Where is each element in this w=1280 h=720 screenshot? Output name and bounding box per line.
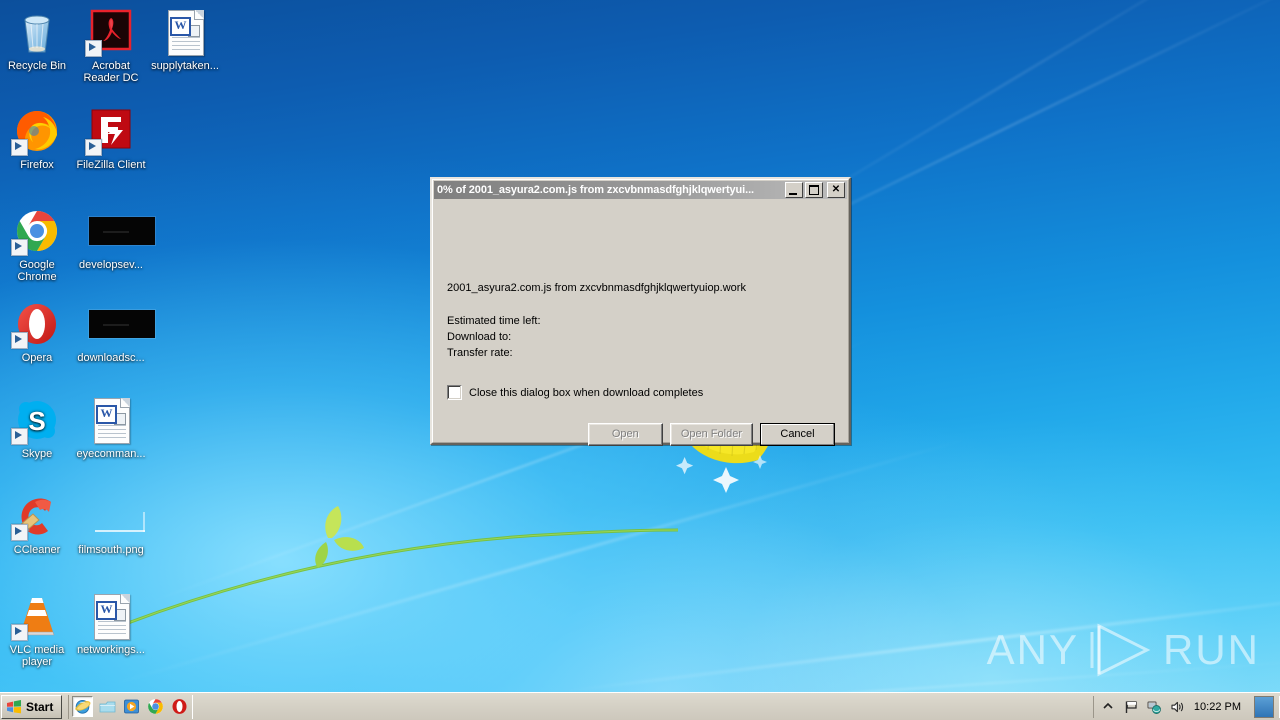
desktop-icon-acrobat-reader-dc[interactable]: Acrobat Reader DC	[74, 8, 148, 84]
maximize-button[interactable]	[805, 182, 823, 198]
desktop-icon-networkings[interactable]: W networkings...	[74, 592, 148, 656]
download-source-text: 2001_asyura2.com.js from zxcvbnmasdfghjk…	[447, 282, 746, 294]
desktop-icon-label: FileZilla Client	[76, 159, 146, 171]
shortcut-overlay-icon	[11, 624, 28, 641]
shortcut-overlay-icon	[11, 428, 28, 445]
word-document-icon: W	[87, 396, 135, 444]
opera-icon	[11, 300, 61, 349]
dialog-title: 0% of 2001_asyura2.com.js from zxcvbnmas…	[437, 184, 754, 196]
desktop-icon-filmsouth-png[interactable]: filmsouth.png	[74, 492, 148, 556]
ccleaner-icon	[11, 492, 61, 541]
wallpaper-light-ray	[562, 590, 1280, 693]
desktop-icon-ccleaner[interactable]: CCleaner	[0, 492, 74, 556]
close-button[interactable]: ✕	[827, 182, 845, 198]
cancel-button[interactable]: Cancel	[760, 423, 835, 446]
transfer-rate-label: Transfer rate:	[447, 347, 513, 359]
wallpaper-glow	[580, 420, 1280, 720]
desktop-icon-label: Opera	[21, 352, 53, 364]
black-thumbnail-icon	[87, 207, 155, 255]
desktop-icon-label: downloadsc...	[77, 352, 145, 364]
shortcut-overlay-icon	[11, 139, 28, 156]
desktop-icon-label: Firefox	[20, 159, 54, 171]
desktop-icon-label: CCleaner	[13, 544, 61, 556]
taskbar-clock[interactable]: 10:22 PM	[1194, 701, 1241, 713]
desktop-icon-eyecomman[interactable]: W eyecomman...	[74, 396, 148, 460]
taskbar: Start 10:22 PM	[0, 692, 1280, 720]
desktop-icon-label: networkings...	[77, 644, 145, 656]
word-document-icon: W	[161, 8, 209, 56]
desktop-icon-label: eyecomman...	[76, 448, 146, 460]
desktop-icon-recycle-bin[interactable]: Recycle Bin	[0, 8, 74, 72]
dialog-button-row: Open Open Folder Cancel	[587, 423, 835, 446]
minimize-button[interactable]	[785, 182, 803, 198]
acrobat-reader-icon	[85, 8, 135, 57]
download-progress-dialog: 0% of 2001_asyura2.com.js from zxcvbnmas…	[430, 177, 851, 446]
desktop-icon-developsev[interactable]: developsev...	[74, 207, 155, 271]
desktop-icon-supplytaken[interactable]: W supplytaken...	[148, 8, 222, 72]
taskbar-google-chrome-icon[interactable]	[146, 697, 165, 716]
dialog-titlebar[interactable]: 0% of 2001_asyura2.com.js from zxcvbnmas…	[434, 181, 847, 199]
desktop-icon-firefox[interactable]: Firefox	[0, 107, 74, 171]
desktop-icon-label: filmsouth.png	[78, 544, 144, 556]
recycle-bin-icon	[13, 8, 61, 56]
download-to-label: Download to:	[447, 331, 512, 343]
taskbar-opera-icon[interactable]	[170, 697, 189, 716]
desktop-icon-label: supplytaken...	[151, 60, 219, 72]
shortcut-overlay-icon	[11, 524, 28, 541]
desktop-icon-label: Acrobat Reader DC	[83, 60, 139, 84]
desktop-icon-skype[interactable]: S Skype	[0, 396, 74, 460]
desktop-icon-opera[interactable]: Opera	[0, 300, 74, 364]
close-on-complete-checkbox[interactable]	[447, 385, 462, 400]
start-button[interactable]: Start	[1, 694, 63, 719]
shortcut-overlay-icon	[85, 40, 102, 57]
image-file-icon	[87, 492, 145, 540]
desktop-icon-label: Recycle Bin	[7, 60, 67, 72]
taskbar-windows-media-player-icon[interactable]	[122, 697, 141, 716]
desktop-icon-label: Skype	[21, 448, 53, 460]
desktop-icon-label: Google Chrome	[17, 259, 57, 283]
close-on-complete-row[interactable]: Close this dialog box when download comp…	[447, 385, 703, 400]
estimated-time-left-label: Estimated time left:	[447, 315, 541, 327]
desktop-screen: Recycle Bin Acrobat Reader DC W supplyta…	[0, 0, 1280, 720]
desktop-icon-filezilla-client[interactable]: FileZilla Client	[74, 107, 148, 171]
taskbar-internet-explorer-icon[interactable]	[72, 696, 94, 717]
open-folder-button[interactable]: Open Folder	[669, 423, 753, 446]
quick-launch-bar	[68, 694, 194, 719]
shortcut-overlay-icon	[11, 239, 28, 256]
window-controls: ✕	[785, 182, 845, 198]
desktop-icon-downloadsc[interactable]: downloadsc...	[74, 300, 155, 364]
black-thumbnail-icon	[87, 300, 155, 348]
firefox-icon	[11, 107, 61, 156]
open-button[interactable]: Open	[587, 423, 663, 446]
desktop-icon-label: VLC media player	[9, 644, 65, 668]
download-details: Estimated time left: Download to: Transf…	[447, 313, 541, 361]
desktop-icon-google-chrome[interactable]: Google Chrome	[0, 207, 74, 283]
desktop-icon-vlc-media-player[interactable]: VLC media player	[0, 592, 74, 668]
system-tray: 10:22 PM	[1092, 695, 1280, 718]
dialog-body: 2001_asyura2.com.js from zxcvbnmasdfghjk…	[434, 201, 847, 446]
taskbar-show-desktop-icon[interactable]	[98, 697, 117, 716]
close-on-complete-label: Close this dialog box when download comp…	[469, 386, 704, 399]
network-icon[interactable]	[1146, 699, 1162, 715]
wallpaper-light-ray	[107, 436, 973, 687]
shortcut-overlay-icon	[85, 139, 102, 156]
volume-icon[interactable]	[1169, 699, 1185, 715]
skype-icon: S	[11, 396, 61, 445]
windows-logo-icon	[6, 699, 22, 714]
start-button-label: Start	[26, 699, 54, 714]
vlc-media-player-icon	[11, 592, 61, 641]
google-chrome-icon	[11, 207, 61, 256]
show-desktop-button[interactable]	[1254, 695, 1274, 718]
desktop-icon-label: developsev...	[78, 259, 143, 271]
action-center-flag-icon[interactable]	[1123, 699, 1139, 715]
wallpaper-stem-graphic	[120, 506, 679, 628]
filezilla-icon	[85, 107, 135, 156]
word-document-icon: W	[87, 592, 135, 640]
shortcut-overlay-icon	[11, 332, 28, 349]
svg-text:S: S	[28, 406, 45, 436]
show-hidden-icons-chevron-icon[interactable]	[1100, 699, 1116, 715]
